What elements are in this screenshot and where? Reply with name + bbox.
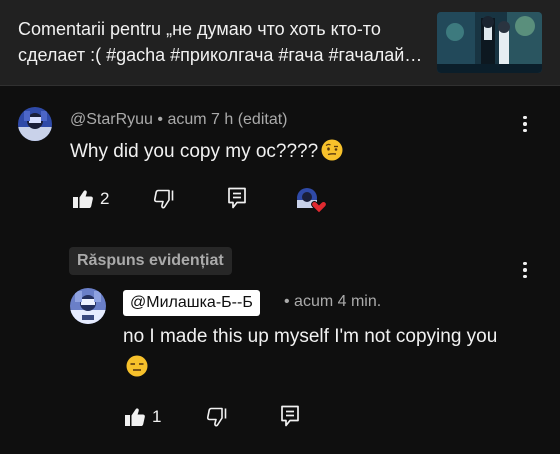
comment-meta-line: @StarRyuu • acum 7 h (editat)	[70, 111, 288, 129]
reply-like-count: 1	[152, 407, 162, 426]
creator-heart-icon	[297, 188, 327, 214]
kebab-dot	[523, 274, 527, 279]
video-thumbnail[interactable]	[437, 12, 542, 73]
header-title[interactable]: Comentarii pentru „не думаю что хоть кто…	[18, 16, 423, 68]
kebab-dot	[523, 122, 527, 126]
thumbs-up-icon	[73, 190, 93, 208]
comment-body: Why did you copy my oc????	[70, 136, 343, 167]
kebab-dot	[523, 115, 527, 120]
reply-more-button[interactable]	[513, 258, 537, 282]
reply-comment-icon	[228, 187, 246, 209]
expressionless-face-emoji-icon	[126, 355, 148, 377]
reply-text: no I made this up myself I'm not copying…	[123, 326, 498, 347]
comment-like-button[interactable]: 2	[72, 189, 109, 209]
reply-author-chip[interactable]: @Милашка-Б--Б	[123, 290, 260, 316]
commenter-avatar[interactable]	[18, 107, 52, 141]
reply-author-avatar[interactable]	[70, 288, 106, 324]
thumbs-down-icon	[206, 407, 227, 427]
kebab-dot	[523, 268, 527, 272]
reply-dislike-button[interactable]	[206, 407, 228, 427]
thumbs-down-icon	[153, 189, 174, 209]
reply-like-button[interactable]: 1	[124, 407, 161, 427]
reply-timestamp: • acum 4 min.	[284, 293, 382, 310]
thumbs-up-icon	[125, 408, 145, 426]
comment-text: Why did you copy my oc????	[70, 141, 319, 162]
comment-timestamp: • acum 7 h (editat)	[157, 111, 288, 128]
comment-reply-button[interactable]	[227, 187, 247, 209]
kebab-dot	[523, 261, 527, 266]
comments-header: Comentarii pentru „не думаю что хоть кто…	[0, 0, 560, 86]
comment-like-count: 2	[100, 189, 110, 208]
comment-more-button[interactable]	[513, 112, 537, 136]
reply-body: no I made this up myself I'm not copying…	[123, 321, 503, 383]
kebab-dot	[523, 128, 527, 133]
comment-dislike-button[interactable]	[153, 189, 175, 209]
reply-comment-icon	[281, 405, 299, 427]
comment-author[interactable]: @StarRyuu	[70, 111, 153, 128]
highlighted-reply-badge: Răspuns evidențiat	[69, 247, 232, 275]
raised-eyebrow-face-emoji-icon	[321, 139, 343, 161]
reply-reply-button[interactable]	[280, 405, 300, 427]
creator-heart-badge	[295, 187, 327, 215]
